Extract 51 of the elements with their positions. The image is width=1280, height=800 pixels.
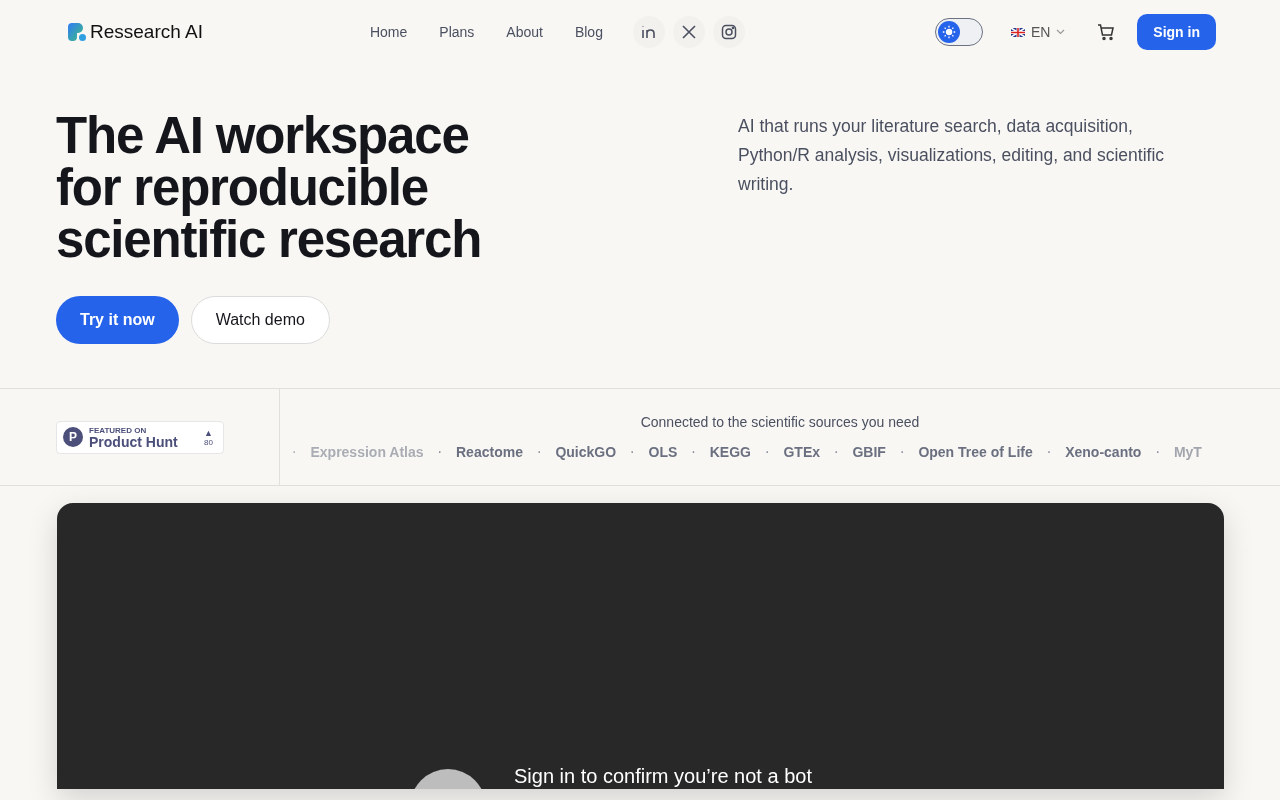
- separator-dot: ·: [1155, 444, 1160, 460]
- language-selector[interactable]: EN: [1004, 23, 1072, 41]
- separator-dot: ·: [765, 444, 770, 460]
- separator-dot: ·: [630, 444, 635, 460]
- sources-heading: Connected to the scientific sources you need: [640, 414, 920, 430]
- nav-link[interactable]: Home: [369, 24, 408, 40]
- try-it-now-button[interactable]: Try it now: [56, 296, 179, 344]
- separator-dot: ·: [292, 444, 297, 460]
- social-link[interactable]: [632, 16, 665, 48]
- brand-name: Ressearch AI: [90, 21, 203, 43]
- nav-link[interactable]: Plans: [439, 24, 475, 40]
- separator-dot: ·: [536, 444, 542, 460]
- cart-icon: [1097, 23, 1116, 41]
- theme-toggle[interactable]: [934, 18, 983, 46]
- nav-link[interactable]: About: [506, 24, 543, 40]
- source-name: Xeno-canto: [1065, 444, 1142, 460]
- separator-dot: ·: [691, 444, 696, 460]
- hero-title: The AI workspace for reproducible scientific research: [56, 110, 483, 266]
- flag-icon: [1010, 27, 1025, 37]
- nav-link[interactable]: Blog: [574, 24, 603, 40]
- upvote-count: 80: [204, 437, 213, 447]
- hero-description: AI that runs your literature search, data acquisition, Python/R analysis, visualizations, editing, and scientific writing.: [738, 115, 1166, 196]
- badge-name: Product Hunt: [89, 434, 179, 449]
- sign-in-button[interactable]: Sign in: [1137, 14, 1216, 50]
- separator-dot: ·: [834, 444, 839, 460]
- separator-dot: ·: [1046, 444, 1052, 460]
- source-name: Expression Atlas: [310, 444, 424, 460]
- video-player[interactable]: Sign in to confirm you’re not a bot: [57, 503, 1224, 789]
- source-name: GTEx: [783, 444, 820, 460]
- watch-demo-button[interactable]: Watch demo: [190, 296, 330, 344]
- video-message: Sign in to confirm you’re not a bot: [514, 765, 812, 787]
- product-hunt-logo: P: [63, 427, 83, 447]
- cart-button[interactable]: [1097, 23, 1116, 41]
- source-name: OLS: [648, 444, 678, 460]
- sun-icon: [941, 25, 956, 39]
- x-logo-icon: [680, 24, 697, 40]
- instagram-icon: [720, 24, 737, 40]
- source-name: Open Tree of Life: [918, 444, 1033, 460]
- separator-dot: ·: [437, 444, 442, 460]
- source-name: MyT: [1173, 444, 1202, 460]
- upvote-arrow: ▲: [204, 427, 213, 438]
- separator-dot: ·: [899, 444, 905, 460]
- chevron-down-icon: [1056, 29, 1066, 35]
- badge-caption: FEATURED ON: [89, 425, 148, 435]
- source-name: KEGG: [709, 444, 751, 460]
- source-name: GBIF: [852, 444, 886, 460]
- source-name: Reactome: [456, 444, 523, 460]
- logo-icon: [68, 23, 86, 41]
- social-link[interactable]: [672, 16, 705, 48]
- social-link[interactable]: [712, 16, 745, 48]
- source-name: QuickGO: [555, 444, 617, 460]
